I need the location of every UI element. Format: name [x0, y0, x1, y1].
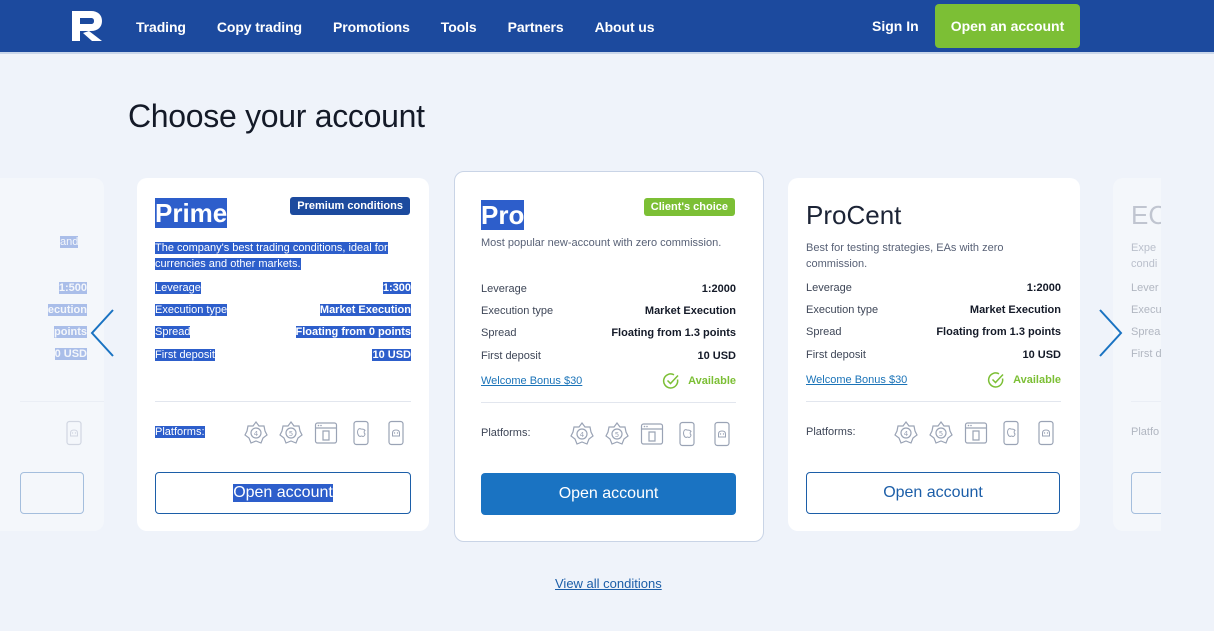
platforms-label: Platforms: [155, 426, 205, 438]
spec-row-leverage: Leverage 1:2000 [481, 283, 736, 295]
ghost-right-desc-line-1: Expe [1131, 242, 1157, 254]
account-description: Most popular new-account with zero commi… [481, 237, 722, 249]
ghost-left-deposit: 0 USD [54, 348, 87, 360]
spec-row-spread: Spread Floating from 1.3 points [806, 326, 1061, 338]
android-app-icon[interactable] [1034, 420, 1058, 446]
nav-about-us[interactable]: About us [595, 19, 655, 35]
mt4-platform-icon[interactable] [894, 420, 918, 446]
platform-icon-list [894, 420, 1069, 446]
view-all-conditions-link[interactable]: View all conditions [555, 576, 662, 591]
spec-row-first-deposit: First deposit 10 USD [806, 349, 1061, 361]
clients-choice-badge: Client's choice [643, 198, 735, 216]
spec-row-first-deposit: First deposit 10 USD [155, 349, 411, 361]
account-name: Pro [481, 200, 525, 230]
web-terminal-icon[interactable] [640, 421, 664, 447]
web-terminal-icon[interactable] [314, 420, 338, 446]
ghost-left-desc: and [60, 236, 79, 248]
ghost-right-spread-label: Sprea [1131, 326, 1161, 338]
nav-copy-trading[interactable]: Copy trading [217, 19, 302, 35]
account-name: Prime [155, 198, 228, 228]
nav-tools[interactable]: Tools [441, 19, 477, 35]
spec-row-execution-type: Execution type Market Execution [155, 304, 411, 316]
ghost-right-execution-label: Execu [1131, 304, 1161, 316]
spec-row-leverage: Leverage 1:300 [155, 282, 411, 294]
ghost-left-spread: points [54, 326, 87, 338]
mt5-platform-icon[interactable] [279, 420, 303, 446]
platforms-label: Platforms: [481, 427, 531, 439]
spec-row-execution-type: Execution type Market Execution [481, 305, 736, 317]
android-app-icon[interactable] [384, 420, 408, 446]
platform-icon-list [570, 421, 745, 447]
nav-partners[interactable]: Partners [508, 19, 564, 35]
sign-in-link[interactable]: Sign In [872, 18, 919, 34]
bonus-availability: Available [662, 372, 736, 390]
account-name: ProCent [806, 200, 902, 230]
account-card-procent: ProCent Best for testing strategies, EAs… [788, 178, 1080, 531]
check-circle-icon [663, 373, 679, 389]
carousel-prev-arrow-icon[interactable] [88, 308, 118, 358]
ghost-right-deposit-label: First d [1131, 348, 1161, 360]
mt4-platform-icon[interactable] [570, 421, 594, 447]
ghost-right-desc-line-2: condi [1131, 258, 1158, 270]
welcome-bonus-link[interactable]: Welcome Bonus $30 [481, 375, 582, 387]
ghost-right-open-account-button[interactable] [1131, 472, 1161, 514]
ghost-left-execution: ecution [47, 304, 87, 316]
welcome-bonus-row: Welcome Bonus $30 Available [481, 372, 736, 390]
ghost-right-leverage-label: Lever [1131, 282, 1159, 294]
welcome-bonus-link[interactable]: Welcome Bonus $30 [806, 374, 907, 386]
account-description: Best for testing strategies, EAs with ze… [806, 242, 1004, 270]
nav-trading[interactable]: Trading [136, 19, 186, 35]
mt4-platform-icon[interactable] [244, 420, 268, 446]
page-title: Choose your account [128, 98, 425, 134]
premium-conditions-badge: Premium conditions [290, 197, 410, 215]
open-account-button[interactable]: Open account [155, 472, 411, 514]
check-circle-icon [988, 372, 1004, 388]
android-app-icon[interactable] [710, 421, 734, 447]
roboforex-logo-icon[interactable] [71, 10, 103, 42]
spec-row-execution-type: Execution type Market Execution [806, 304, 1061, 316]
bonus-availability: Available [987, 371, 1061, 389]
welcome-bonus-row: Welcome Bonus $30 Available [806, 371, 1061, 389]
mt5-platform-icon[interactable] [929, 420, 953, 446]
account-card-prime: Prime Premium conditions The company's b… [137, 178, 429, 531]
spec-row-spread: Spread Floating from 1.3 points [481, 327, 736, 339]
account-description: The company's best trading conditions, i… [155, 242, 388, 270]
open-account-button[interactable]: Open account [481, 473, 736, 515]
ios-app-icon[interactable] [349, 420, 373, 446]
platforms-label: Platforms: [806, 426, 856, 438]
nav-promotions[interactable]: Promotions [333, 19, 410, 35]
account-card-pro: Pro Client's choice Most popular new-acc… [454, 171, 764, 542]
open-account-button[interactable]: Open account [806, 472, 1060, 514]
spec-row-first-deposit: First deposit 10 USD [481, 350, 736, 362]
top-nav-bar: Trading Copy trading Promotions Tools Pa… [0, 0, 1214, 54]
mt5-platform-icon[interactable] [605, 421, 629, 447]
spec-row-leverage: Leverage 1:2000 [806, 282, 1061, 294]
spec-row-spread: Spread Floating from 0 points [155, 326, 411, 338]
platform-icon-list [244, 420, 419, 446]
main-nav: Trading Copy trading Promotions Tools Pa… [136, 0, 685, 54]
web-terminal-icon[interactable] [964, 420, 988, 446]
ios-app-icon[interactable] [999, 420, 1023, 446]
ghost-right-name: EC [1131, 200, 1161, 230]
ghost-left-leverage: 1:500 [58, 282, 87, 294]
ghost-right-platforms-label: Platfo [1131, 426, 1160, 438]
ios-app-icon[interactable] [675, 421, 699, 447]
ghost-left-open-account-button[interactable] [20, 472, 84, 514]
carousel-next-arrow-icon[interactable] [1096, 308, 1126, 358]
open-an-account-button[interactable]: Open an account [935, 4, 1080, 48]
android-platform-icon [62, 420, 86, 446]
